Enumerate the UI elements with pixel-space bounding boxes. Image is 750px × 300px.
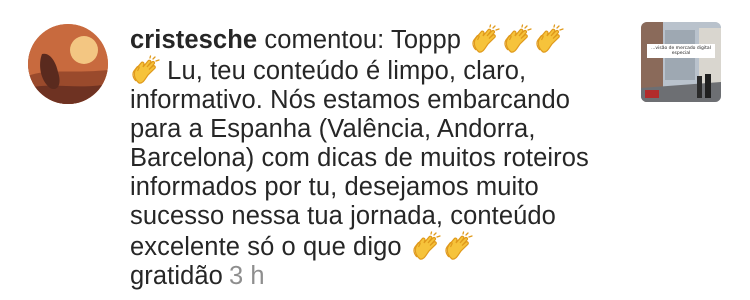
comment-line: informativo. Nós estamos embarcando bbox=[130, 86, 571, 114]
comment-line: excelente só o que digo bbox=[130, 231, 610, 262]
comment-line: Lu, teu conteúdo é limpo, claro, bbox=[130, 55, 610, 86]
street-photo-icon bbox=[641, 22, 721, 102]
username[interactable]: cristesche bbox=[130, 26, 257, 54]
comment-line: informados por tu, desejamos muito bbox=[130, 173, 539, 201]
timestamp: 3 h bbox=[228, 262, 265, 290]
comment-header-line: cristesche comentou: Toppp bbox=[130, 24, 610, 55]
comment-text: excelente só o que digo bbox=[130, 233, 402, 261]
comment-notification[interactable]: cristesche comentou: Toppp Lu, teu conte… bbox=[0, 0, 750, 300]
post-thumbnail[interactable]: ...visão de mercado digital especial bbox=[641, 22, 721, 102]
comment-line: sucesso nessa tua jornada, conteúdo bbox=[130, 202, 556, 230]
comment-text: gratidão bbox=[130, 262, 223, 290]
avatar[interactable] bbox=[28, 24, 108, 104]
comment-line: Barcelona) com dicas de muitos roteiros bbox=[130, 144, 589, 172]
comment-line: para a Espanha (Valência, Andorra, bbox=[130, 115, 536, 143]
thumbnail-caption: ...visão de mercado digital especial bbox=[647, 44, 715, 58]
action-text: comentou: Toppp bbox=[257, 26, 462, 54]
comment-body: cristesche comentou: Toppp Lu, teu conte… bbox=[130, 24, 610, 291]
clapping-hands-icon bbox=[472, 24, 500, 53]
clapping-hands-icon bbox=[132, 55, 160, 84]
clapping-hands-icon bbox=[536, 24, 564, 53]
comment-text: Lu, teu conteúdo é limpo, claro, bbox=[160, 57, 527, 85]
comment-last-line: gratidão 3 h bbox=[130, 262, 610, 291]
clapping-hands-icon bbox=[445, 231, 473, 260]
clapping-hands-icon bbox=[504, 24, 532, 53]
clapping-hands-icon bbox=[413, 231, 441, 260]
profile-photo-icon bbox=[28, 24, 108, 104]
